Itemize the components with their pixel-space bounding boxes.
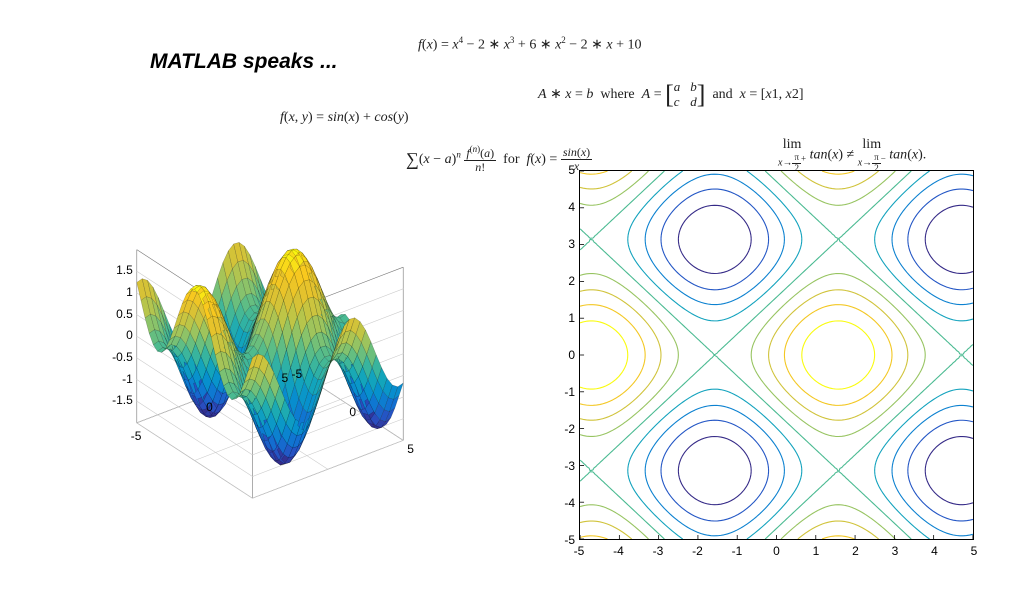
surface-ztick: 1.5 xyxy=(103,263,133,277)
eq-poly: f(x) = x4 − 2 ∗ x3 + 6 ∗ x2 − 2 ∗ x + 10 xyxy=(418,35,642,54)
mat-c: c xyxy=(674,95,681,110)
contour-ytick: -2 xyxy=(557,422,575,436)
surface-ytick: -5 xyxy=(292,367,303,381)
contour-xtick: -2 xyxy=(692,544,703,558)
surface-plot: -1.5-1-0.500.511.5 -505-505 xyxy=(0,120,540,540)
surface-svg xyxy=(0,120,540,540)
contour-plot: -5-4-3-2-1012345 -5-4-3-2-1012345 xyxy=(554,170,984,570)
contour-ytick: -5 xyxy=(557,533,575,547)
eq-limit: limx→π2+ tan(x) ≠ limx→π2− tan(x). xyxy=(778,137,926,174)
contour-ytick: -3 xyxy=(557,459,575,473)
surface-xtick: -5 xyxy=(131,429,142,443)
contour-ytick: -4 xyxy=(557,496,575,510)
surface-ztick: 1 xyxy=(103,285,133,299)
contour-xtick: -3 xyxy=(653,544,664,558)
contour-xtick: 0 xyxy=(773,544,780,558)
surface-xtick: 5 xyxy=(282,371,289,385)
contour-ytick: 5 xyxy=(557,163,575,177)
contour-ytick: -1 xyxy=(557,385,575,399)
page-title: MATLAB speaks ... xyxy=(150,50,337,74)
contour-ytick: 2 xyxy=(557,274,575,288)
contour-xtick: 5 xyxy=(971,544,978,558)
contour-svg xyxy=(580,171,973,539)
surface-ztick: 0.5 xyxy=(103,307,133,321)
surface-ztick: 0 xyxy=(103,328,133,342)
contour-ytick: 4 xyxy=(557,200,575,214)
mat-a: a xyxy=(674,80,681,95)
surface-xtick: 0 xyxy=(206,400,213,414)
contour-xtick: 3 xyxy=(892,544,899,558)
contour-xtick: 4 xyxy=(931,544,938,558)
contour-xtick: 2 xyxy=(852,544,859,558)
contour-xtick: -1 xyxy=(732,544,743,558)
contour-ytick: 3 xyxy=(557,237,575,251)
surface-ytick: 5 xyxy=(407,442,414,456)
eq-linear: A ∗ x = b where A = [ a b c d ] and x = … xyxy=(538,80,804,110)
contour-xtick: 1 xyxy=(813,544,820,558)
contour-axes xyxy=(579,170,974,540)
surface-ytick: 0 xyxy=(349,405,356,419)
contour-ytick: 1 xyxy=(557,311,575,325)
surface-ztick: -0.5 xyxy=(103,350,133,364)
contour-xtick: -5 xyxy=(574,544,585,558)
contour-ytick: 0 xyxy=(557,348,575,362)
contour-xtick: -4 xyxy=(613,544,624,558)
surface-ztick: -1.5 xyxy=(103,393,133,407)
surface-ztick: -1 xyxy=(103,372,133,386)
